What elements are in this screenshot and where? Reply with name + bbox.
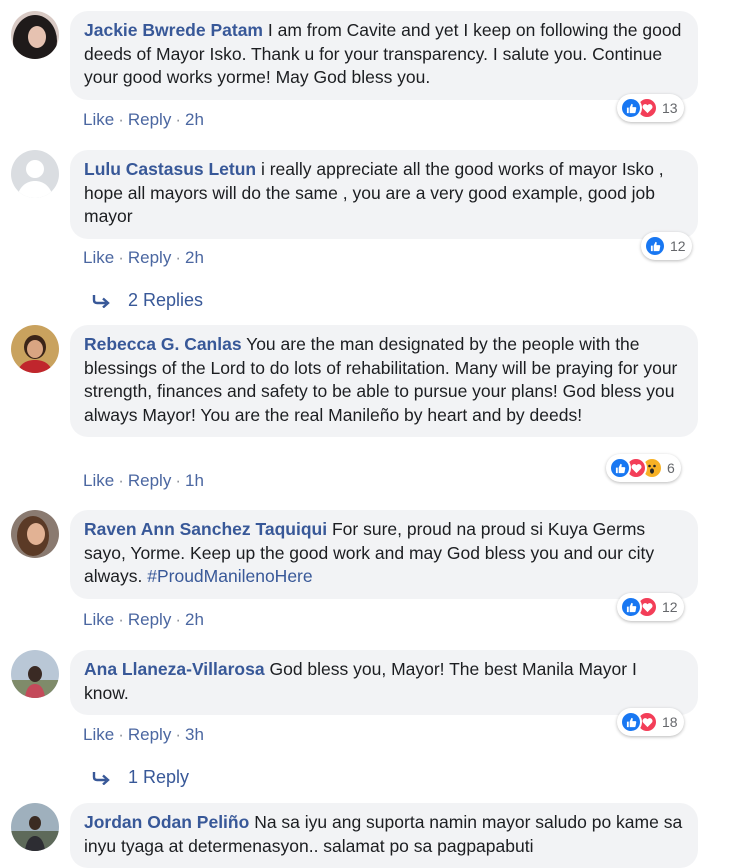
comment-time[interactable]: 3h bbox=[185, 725, 204, 744]
avatar[interactable] bbox=[11, 803, 59, 851]
replies-count: 2 Replies bbox=[128, 290, 204, 310]
comment-time[interactable]: 2h bbox=[185, 110, 204, 129]
reaction-summary[interactable]: 12 bbox=[617, 593, 684, 621]
avatar[interactable] bbox=[11, 650, 59, 698]
comment-bubble: Raven Ann Sanchez Taquiqui For sure, pro… bbox=[70, 510, 698, 599]
like-reaction-icon bbox=[620, 97, 642, 119]
comment-time[interactable]: 1h bbox=[185, 471, 204, 490]
reply-link[interactable]: Reply bbox=[128, 248, 171, 267]
comment-actions: Like · Reply · 2h bbox=[83, 248, 204, 267]
like-link[interactable]: Like bbox=[83, 610, 114, 629]
hashtag-link[interactable]: #ProudManilenoHere bbox=[147, 566, 312, 586]
replies-count: 1 Reply bbox=[128, 767, 190, 787]
view-replies-link[interactable]: 2 Replies bbox=[92, 290, 203, 311]
like-link[interactable]: Like bbox=[83, 248, 114, 267]
reply-link[interactable]: Reply bbox=[128, 610, 171, 629]
reaction-count: 18 bbox=[662, 714, 678, 730]
reaction-summary[interactable]: 6 bbox=[606, 454, 681, 482]
comment-time[interactable]: 2h bbox=[185, 610, 204, 629]
comment-time[interactable]: 2h bbox=[185, 248, 204, 267]
comment-author[interactable]: Jackie Bwrede Patam bbox=[84, 20, 263, 40]
view-replies-link[interactable]: 1 Reply bbox=[92, 767, 189, 788]
comment-author[interactable]: Rebecca G. Canlas bbox=[84, 334, 242, 354]
comment-actions: Like · Reply · 2h bbox=[83, 610, 204, 629]
like-link[interactable]: Like bbox=[83, 725, 114, 744]
like-link[interactable]: Like bbox=[83, 110, 114, 129]
avatar[interactable] bbox=[11, 11, 59, 59]
comment-actions: Like · Reply · 1h bbox=[83, 471, 204, 490]
like-link[interactable]: Like bbox=[83, 471, 114, 490]
comment-author[interactable]: Jordan Odan Peliño bbox=[84, 812, 249, 832]
avatar[interactable] bbox=[11, 325, 59, 373]
reaction-count: 12 bbox=[670, 238, 686, 254]
comment-author[interactable]: Ana Llaneza-Villarosa bbox=[84, 659, 265, 679]
comment-bubble: Ana Llaneza-Villarosa God bless you, May… bbox=[70, 650, 698, 715]
reaction-summary[interactable]: 18 bbox=[617, 708, 684, 736]
reaction-count: 6 bbox=[667, 460, 675, 476]
reply-link[interactable]: Reply bbox=[128, 725, 171, 744]
comment-bubble: Jackie Bwrede Patam I am from Cavite and… bbox=[70, 11, 698, 100]
comment-bubble: Rebecca G. Canlas You are the man design… bbox=[70, 325, 698, 437]
avatar[interactable] bbox=[11, 150, 59, 198]
comment-bubble: Jordan Odan Peliño Na sa iyu ang suporta… bbox=[70, 803, 698, 868]
like-reaction-icon bbox=[620, 596, 642, 618]
like-reaction-icon bbox=[620, 711, 642, 733]
reaction-count: 13 bbox=[662, 100, 678, 116]
comment-actions: Like · Reply · 2h bbox=[83, 110, 204, 129]
comment-actions: Like · Reply · 3h bbox=[83, 725, 204, 744]
reply-link[interactable]: Reply bbox=[128, 110, 171, 129]
like-reaction-icon bbox=[644, 235, 666, 257]
avatar[interactable] bbox=[11, 510, 59, 558]
comment-bubble: Lulu Castasus Letun i really appreciate … bbox=[70, 150, 698, 239]
reply-link[interactable]: Reply bbox=[128, 471, 171, 490]
like-reaction-icon bbox=[609, 457, 631, 479]
reply-arrow-icon bbox=[92, 771, 110, 785]
reply-arrow-icon bbox=[92, 294, 110, 308]
reaction-count: 12 bbox=[662, 599, 678, 615]
comment-author[interactable]: Raven Ann Sanchez Taquiqui bbox=[84, 519, 327, 539]
reaction-summary[interactable]: 12 bbox=[641, 232, 692, 260]
reaction-summary[interactable]: 13 bbox=[617, 94, 684, 122]
comment-author[interactable]: Lulu Castasus Letun bbox=[84, 159, 256, 179]
